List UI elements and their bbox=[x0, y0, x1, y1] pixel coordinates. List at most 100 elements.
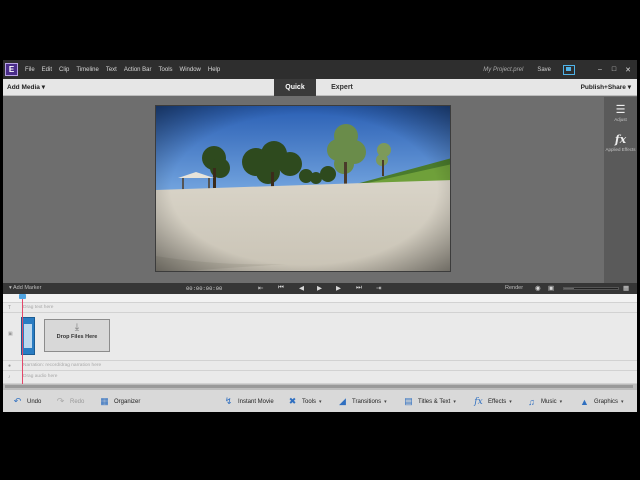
step-forward-icon[interactable]: ▶ bbox=[336, 284, 341, 292]
timeline[interactable]: T Drag text here ▣ ● Narration: record/d… bbox=[3, 294, 637, 384]
menu-window[interactable]: Window bbox=[180, 67, 201, 73]
next-edit-icon[interactable]: ⏭ bbox=[356, 284, 362, 292]
titles-text-label: Titles & Text bbox=[418, 398, 451, 405]
ruler-track bbox=[3, 294, 637, 303]
undo-button[interactable]: ↶ Undo bbox=[12, 396, 42, 407]
chevron-down-icon: ▾ bbox=[453, 398, 456, 405]
close-icon[interactable]: ✕ bbox=[623, 65, 633, 75]
text-track[interactable]: T Drag text here bbox=[3, 303, 637, 313]
menu-timeline[interactable]: Timeline bbox=[76, 67, 98, 73]
music-note-icon: ♪ bbox=[8, 374, 11, 380]
step-back-icon[interactable]: ◀ bbox=[299, 284, 304, 292]
publish-share-label: Publish+Share bbox=[580, 84, 626, 91]
previous-edit-icon[interactable]: ⏮ bbox=[278, 284, 284, 292]
maximize-icon[interactable]: □ bbox=[609, 65, 619, 75]
mode-bar: Add Media ▾ Quick Expert Publish+Share ▾ bbox=[3, 79, 637, 96]
organizer-label: Organizer bbox=[114, 398, 141, 405]
video-clip[interactable] bbox=[21, 317, 35, 355]
playhead-handle[interactable] bbox=[19, 294, 26, 299]
graphics-icon: ▲ bbox=[580, 396, 589, 407]
fit-icon[interactable]: ▣ bbox=[548, 284, 554, 292]
adjust-label: Adjust bbox=[614, 117, 627, 122]
play-icon[interactable]: ▶ bbox=[317, 284, 322, 292]
timecode: 00:00:00:00 bbox=[186, 285, 223, 292]
music-button[interactable]: ♫ Music ▾ bbox=[526, 396, 562, 407]
scrollbar-thumb[interactable] bbox=[5, 385, 633, 388]
eye-icon[interactable]: ◉ bbox=[535, 284, 541, 292]
chevron-down-icon: ▾ bbox=[9, 285, 12, 291]
menu-text[interactable]: Text bbox=[106, 67, 117, 73]
audio-track[interactable]: ♪ Drag audio here bbox=[3, 371, 637, 384]
sliders-icon: ☰ bbox=[615, 104, 626, 116]
titles-text-button[interactable]: ▤ Titles & Text ▾ bbox=[403, 396, 456, 407]
redo-button[interactable]: ↷ Redo bbox=[55, 396, 85, 407]
music-note-icon: ♫ bbox=[528, 396, 535, 407]
monitor-panel bbox=[3, 97, 603, 283]
menu-action-bar[interactable]: Action Bar bbox=[124, 67, 152, 73]
chevron-down-icon: ▾ bbox=[384, 398, 387, 405]
menu-edit[interactable]: Edit bbox=[42, 67, 52, 73]
action-bar: ↶ Undo ↷ Redo ▦ Organizer ↯ Instant Movie ✖ T… bbox=[3, 389, 637, 412]
expand-timeline-icon[interactable]: ▦ bbox=[623, 284, 629, 292]
audio-track-label: Drag audio here bbox=[23, 374, 58, 379]
titles-icon: ▤ bbox=[404, 396, 413, 406]
text-track-icon: T bbox=[8, 305, 12, 311]
transport-bar: ▾ Add Marker 00:00:00:00 ⇤ ⏮ ◀ ▶ ▶ ⏭ ⇥ R… bbox=[3, 283, 637, 294]
tab-quick[interactable]: Quick bbox=[274, 79, 316, 96]
text-track-label: Drag text here bbox=[23, 305, 54, 310]
video-track-icon: ▣ bbox=[8, 331, 13, 337]
transitions-button[interactable]: ◢ Transitions ▾ bbox=[337, 396, 387, 407]
adjust-panel: ☰ Adjust fx Applied Effects bbox=[604, 97, 637, 283]
go-to-start-icon[interactable]: ⇤ bbox=[258, 284, 263, 292]
app-logo-icon: E bbox=[5, 63, 18, 76]
instant-movie-button[interactable]: ↯ Instant Movie bbox=[223, 396, 274, 407]
drop-files-zone[interactable]: ⤓ Drop Files Here bbox=[44, 319, 110, 352]
add-marker-label: Add Marker bbox=[13, 285, 42, 291]
music-label: Music bbox=[541, 398, 557, 405]
tools-button[interactable]: ✖ Tools ▾ bbox=[287, 396, 322, 407]
project-name: My Project.prel bbox=[483, 66, 524, 73]
arrow-down-icon: ⤓ bbox=[74, 322, 80, 333]
add-marker-button[interactable]: ▾ Add Marker bbox=[9, 285, 41, 291]
applied-effects-button[interactable]: fx Applied Effects bbox=[604, 133, 637, 152]
organizer-button[interactable]: ▦ Organizer bbox=[99, 396, 140, 407]
render-button[interactable]: Render bbox=[505, 285, 523, 291]
tab-expert[interactable]: Expert bbox=[321, 79, 363, 96]
chevron-down-icon: ▾ bbox=[621, 398, 624, 405]
menu-tools[interactable]: Tools bbox=[159, 67, 173, 73]
zoom-slider-fill bbox=[564, 288, 574, 289]
adjust-button[interactable]: ☰ Adjust bbox=[604, 103, 637, 122]
premiere-elements-window: E File Edit Clip Timeline Text Action Ba… bbox=[3, 60, 637, 412]
narration-track[interactable]: ● Narration: record/drag narration here bbox=[3, 361, 637, 371]
chevron-down-icon: ▾ bbox=[41, 84, 45, 91]
tools-label: Tools bbox=[302, 398, 317, 405]
graphics-label: Graphics bbox=[594, 398, 619, 405]
save-button[interactable]: Save bbox=[537, 67, 551, 73]
menu-file[interactable]: File bbox=[25, 67, 35, 73]
graphics-button[interactable]: ▲ Graphics ▾ bbox=[579, 396, 624, 407]
playhead-line bbox=[22, 294, 23, 384]
undo-label: Undo bbox=[27, 398, 42, 405]
timeline-zoom-slider[interactable] bbox=[563, 287, 619, 290]
drop-files-label: Drop Files Here bbox=[56, 334, 98, 340]
menu-help[interactable]: Help bbox=[208, 67, 220, 73]
menu-bar: E File Edit Clip Timeline Text Action Ba… bbox=[3, 60, 637, 79]
go-to-end-icon[interactable]: ⇥ bbox=[376, 284, 381, 292]
tools-icon: ✖ bbox=[288, 396, 297, 406]
chevron-down-icon: ▾ bbox=[559, 398, 563, 405]
effects-label: Effects bbox=[488, 398, 507, 405]
organizer-icon: ▦ bbox=[100, 396, 109, 406]
redo-label: Redo bbox=[70, 398, 85, 405]
publish-share-button[interactable]: Publish+Share ▾ bbox=[581, 83, 631, 91]
video-preview[interactable] bbox=[155, 105, 451, 272]
monitor-icon[interactable] bbox=[563, 64, 575, 75]
transitions-label: Transitions bbox=[352, 398, 382, 405]
minimize-icon[interactable]: – bbox=[595, 65, 605, 75]
effects-button[interactable]: fx Effects ▾ bbox=[473, 396, 511, 407]
menu-clip[interactable]: Clip bbox=[59, 67, 69, 73]
redo-icon: ↷ bbox=[56, 396, 65, 406]
chevron-down-icon: ▾ bbox=[319, 398, 322, 405]
instant-movie-label: Instant Movie bbox=[238, 398, 274, 405]
add-media-button[interactable]: Add Media ▾ bbox=[7, 83, 45, 91]
applied-effects-label: Applied Effects bbox=[605, 147, 636, 152]
